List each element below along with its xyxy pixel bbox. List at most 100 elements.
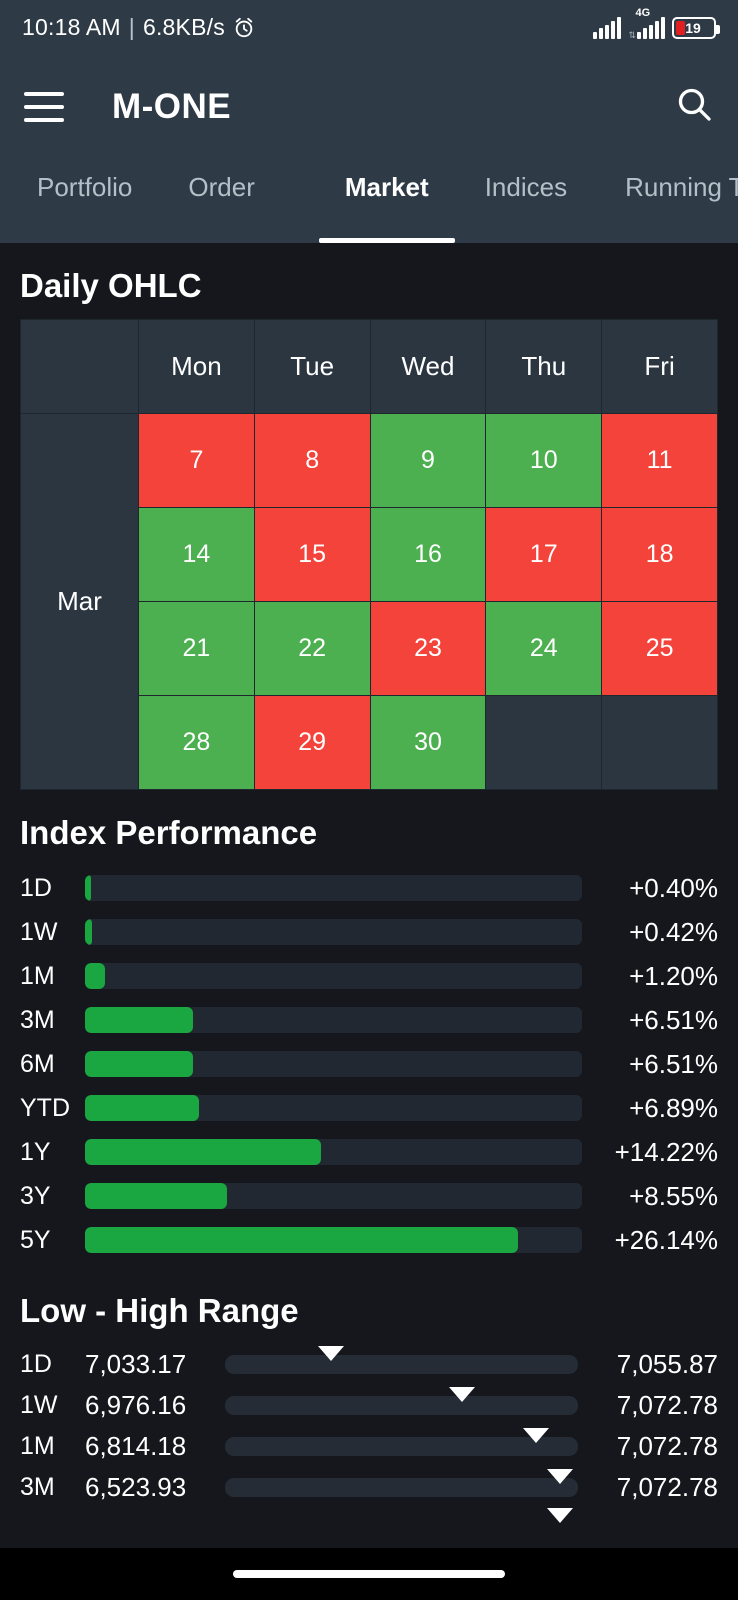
status-separator: | bbox=[128, 14, 135, 40]
ohlc-corner-cell bbox=[20, 319, 139, 414]
ohlc-day-cell[interactable]: 10 bbox=[485, 413, 603, 508]
range-bar-wrapper bbox=[225, 1344, 578, 1385]
tab-market[interactable]: Market bbox=[318, 158, 455, 243]
tab-bar[interactable]: Portfolio Order Market Indices Running T bbox=[0, 158, 738, 243]
performance-value-label: +6.89% bbox=[629, 1092, 718, 1123]
status-bar: 10:18 AM | 6.8KB/s 4G ⇅ 19 bbox=[0, 0, 738, 55]
ohlc-day-cell[interactable]: 23 bbox=[369, 601, 487, 696]
search-icon[interactable] bbox=[674, 84, 714, 129]
ohlc-day-cell[interactable]: 8 bbox=[253, 413, 371, 508]
performance-value-label: +0.42% bbox=[629, 916, 718, 947]
ohlc-day-cell[interactable]: 28 bbox=[138, 695, 255, 790]
ohlc-month-label: Mar bbox=[20, 413, 139, 790]
performance-period-label: 6M bbox=[20, 1049, 55, 1078]
ohlc-day-cell[interactable]: 7 bbox=[138, 413, 255, 508]
performance-bar-track bbox=[85, 919, 582, 945]
performance-bar-fill bbox=[85, 1183, 227, 1209]
section-title-index-performance: Index Performance bbox=[20, 814, 318, 851]
signal-bars-sim2-icon: 4G ⇅ bbox=[628, 7, 665, 40]
ohlc-day-cell[interactable]: 9 bbox=[369, 413, 487, 508]
ohlc-day-cell[interactable]: 17 bbox=[485, 507, 603, 602]
ohlc-col-fri: Fri bbox=[601, 319, 718, 414]
range-high-value: 7,072.78 bbox=[616, 1390, 718, 1420]
ohlc-header-row: Mon Tue Wed Thu Fri bbox=[20, 319, 718, 414]
performance-bar-track bbox=[85, 1051, 582, 1077]
range-period-label: 3M bbox=[20, 1473, 55, 1501]
ohlc-day-cell[interactable]: 29 bbox=[253, 695, 371, 790]
range-bar-wrapper bbox=[225, 1508, 578, 1526]
ohlc-day-cell[interactable]: 14 bbox=[138, 507, 255, 602]
page-title: M-ONE bbox=[112, 86, 232, 126]
performance-period-label: 3M bbox=[20, 1005, 55, 1034]
index-performance-row: 6M +6.51% bbox=[20, 1042, 718, 1086]
status-bar-left: 10:18 AM | 6.8KB/s bbox=[22, 14, 255, 41]
index-performance-row: 1M +1.20% bbox=[20, 954, 718, 998]
ohlc-day-cell[interactable]: 18 bbox=[601, 507, 718, 602]
ohlc-day-cell[interactable]: 25 bbox=[601, 601, 718, 696]
home-indicator[interactable] bbox=[233, 1570, 505, 1578]
low-high-range-row: 1M 6,814.18 7,072.78 bbox=[20, 1426, 718, 1467]
ohlc-calendar-table: Mon Tue Wed Thu Fri Mar 7 8 9 10 11 14 15 16 17 18… bbox=[20, 319, 718, 790]
ohlc-day-cell[interactable]: 24 bbox=[485, 601, 603, 696]
system-navigation-bar bbox=[0, 1548, 738, 1600]
status-bar-right: 4G ⇅ 19 bbox=[593, 7, 720, 40]
performance-value-label: +6.51% bbox=[629, 1004, 718, 1035]
tab-portfolio[interactable]: Portfolio bbox=[37, 158, 132, 243]
ohlc-week-row: Mar 7 8 9 10 11 bbox=[20, 413, 718, 790]
low-high-range-list: 1D 7,033.17 7,055.87 1W 6,976.16 7,072.78 1M 6,… bbox=[0, 1344, 738, 1526]
range-bar-track bbox=[225, 1396, 578, 1415]
index-performance-list: 1D +0.40% 1W +0.42% 1M +1.20% 3M +6.51% 6M +6.51%… bbox=[0, 866, 738, 1262]
range-high-value: 7,072.78 bbox=[616, 1431, 718, 1461]
low-high-range-row: 1W 6,976.16 7,072.78 bbox=[20, 1385, 718, 1426]
range-bar-wrapper bbox=[225, 1426, 578, 1467]
hamburger-menu-icon[interactable] bbox=[24, 91, 64, 122]
section-title-daily-ohlc: Daily OHLC bbox=[20, 267, 202, 304]
ohlc-day-cell[interactable]: 16 bbox=[369, 507, 487, 602]
tab-label: Market bbox=[344, 172, 429, 202]
performance-period-label: 1W bbox=[20, 917, 58, 946]
tab-label: Order bbox=[188, 172, 255, 202]
network-type-label: 4G bbox=[635, 6, 651, 19]
performance-period-label: 1Y bbox=[20, 1137, 51, 1166]
performance-bar-track bbox=[85, 1227, 582, 1253]
performance-bar-fill bbox=[85, 963, 105, 989]
range-current-marker-icon bbox=[547, 1469, 574, 1484]
range-bar-track bbox=[225, 1355, 578, 1374]
performance-period-label: 1M bbox=[20, 961, 55, 990]
tab-order[interactable]: Order bbox=[188, 158, 254, 243]
ohlc-col-mon: Mon bbox=[138, 319, 255, 414]
range-current-marker-icon bbox=[317, 1346, 344, 1361]
tab-label: Running T bbox=[625, 172, 738, 202]
tab-running-t[interactable]: Running T bbox=[625, 158, 738, 243]
ohlc-day-cell[interactable]: 11 bbox=[601, 413, 718, 508]
ohlc-day-cell[interactable]: 15 bbox=[253, 507, 371, 602]
range-low-value: 7,033.17 bbox=[85, 1349, 187, 1379]
performance-bar-fill bbox=[85, 875, 92, 901]
ohlc-day-cell[interactable]: 30 bbox=[369, 695, 487, 790]
range-bar-track bbox=[225, 1478, 578, 1497]
range-high-value: 7,055.87 bbox=[616, 1349, 718, 1379]
performance-bar-fill bbox=[85, 1095, 200, 1121]
ohlc-day-cell[interactable]: 22 bbox=[253, 601, 371, 696]
index-performance-row: 1Y +14.22% bbox=[20, 1130, 718, 1174]
data-arrows-icon: ⇅ bbox=[628, 29, 636, 40]
range-bar-wrapper bbox=[225, 1385, 578, 1426]
range-high-value: 7,072.78 bbox=[616, 1472, 718, 1502]
performance-bar-fill bbox=[85, 1051, 193, 1077]
ohlc-day-cell[interactable]: 21 bbox=[138, 601, 255, 696]
tab-indices[interactable]: Indices bbox=[485, 158, 567, 243]
ohlc-cell-empty bbox=[485, 695, 603, 790]
signal-bars-sim1-icon bbox=[593, 16, 622, 39]
performance-value-label: +8.55% bbox=[629, 1180, 718, 1211]
low-high-range-row-partial bbox=[20, 1508, 718, 1526]
app-root: 10:18 AM | 6.8KB/s 4G ⇅ 19 M-ONE Portfol… bbox=[0, 0, 738, 1600]
performance-bar-track bbox=[85, 875, 582, 901]
performance-value-label: +26.14% bbox=[614, 1224, 718, 1255]
range-bar-wrapper bbox=[225, 1467, 578, 1508]
index-performance-row: 5Y +26.14% bbox=[20, 1218, 718, 1262]
performance-bar-fill bbox=[85, 1139, 321, 1165]
status-time: 10:18 AM bbox=[22, 14, 121, 40]
index-performance-row: 1D +0.40% bbox=[20, 866, 718, 910]
range-period-label: 1W bbox=[20, 1391, 58, 1419]
battery-icon: 19 bbox=[672, 16, 720, 39]
